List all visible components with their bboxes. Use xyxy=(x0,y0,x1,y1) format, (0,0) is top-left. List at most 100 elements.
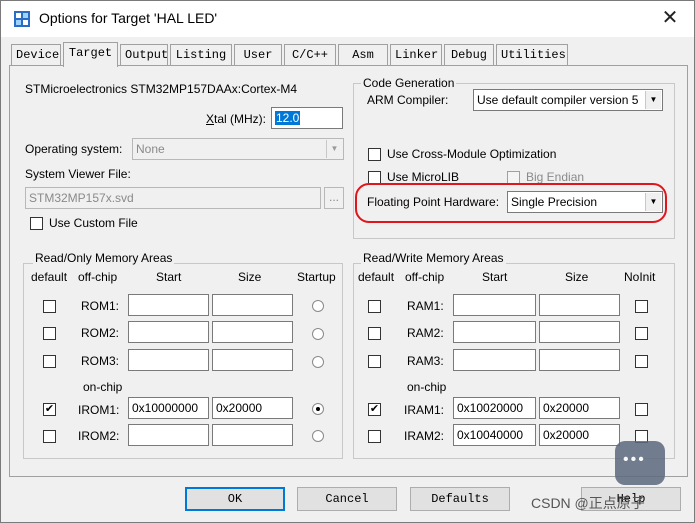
rom3-label: ROM3: xyxy=(81,354,120,368)
custom-file-checkbox[interactable] xyxy=(30,217,43,230)
iram2-start-input[interactable]: 0x10040000 xyxy=(453,424,536,446)
iram1-size-value: 0x20000 xyxy=(543,401,590,415)
iram1-noinit-checkbox[interactable] xyxy=(635,403,648,416)
tab-cpp[interactable]: C/C++ xyxy=(284,44,336,66)
iram2-size-input[interactable]: 0x20000 xyxy=(539,424,620,446)
ram1-noinit-checkbox[interactable] xyxy=(635,300,648,313)
ram2-size-input[interactable] xyxy=(539,321,620,343)
ram1-default-checkbox[interactable] xyxy=(368,300,381,313)
ram3-start-input[interactable] xyxy=(453,349,536,371)
tab-target[interactable]: Target xyxy=(63,42,118,67)
xtal-label: Xtal (MHz): xyxy=(206,112,266,126)
os-label: Operating system: xyxy=(25,142,123,156)
rom1-start-input[interactable] xyxy=(128,294,209,316)
highlight-annotation xyxy=(355,183,667,223)
svf-input[interactable]: STM32MP157x.svd xyxy=(25,187,321,209)
rw-header-default: default xyxy=(358,270,395,284)
rom2-startup-radio[interactable] xyxy=(312,328,324,340)
rom1-startup-radio[interactable] xyxy=(312,300,324,312)
cross-module-checkbox[interactable] xyxy=(368,148,381,161)
browse-icon: ... xyxy=(328,190,339,204)
rw-header-size: Size xyxy=(565,270,589,284)
close-button[interactable]: ✕ xyxy=(646,1,694,37)
iram1-size-input[interactable]: 0x20000 xyxy=(539,397,620,419)
svf-browse-button[interactable]: ... xyxy=(324,187,344,209)
ram2-noinit-checkbox[interactable] xyxy=(635,327,648,340)
irom1-start-input[interactable]: 0x10000000 xyxy=(128,397,209,419)
rw-header-offchip: off-chip xyxy=(405,270,445,284)
arm-compiler-select[interactable]: Use default compiler version 5 ▼ xyxy=(473,89,663,111)
rom1-label: ROM1: xyxy=(81,299,120,313)
iram1-start-input[interactable]: 0x10020000 xyxy=(453,397,536,419)
tab-device[interactable]: Device xyxy=(11,44,61,66)
rw-header-noinit: NoInit xyxy=(624,270,656,284)
watermark-text: CSDN @正点原子 xyxy=(531,495,645,511)
rom2-default-checkbox[interactable] xyxy=(43,327,56,340)
tab-output[interactable]: Output xyxy=(120,44,168,66)
os-select[interactable]: None ▼ xyxy=(132,138,344,160)
ok-button[interactable]: OK xyxy=(185,487,285,511)
tab-asm[interactable]: Asm xyxy=(338,44,388,66)
ram1-size-input[interactable] xyxy=(539,294,620,316)
rom1-default-checkbox[interactable] xyxy=(43,300,56,313)
cancel-button[interactable]: Cancel xyxy=(297,487,397,511)
rom3-startup-radio[interactable] xyxy=(312,356,324,368)
ro-header-size: Size xyxy=(238,270,262,284)
check-icon: ✔ xyxy=(44,403,55,415)
title-bar: Options for Target 'HAL LED' ✕ xyxy=(1,1,694,37)
rom2-size-input[interactable] xyxy=(212,321,293,343)
irom2-default-checkbox[interactable] xyxy=(43,430,56,443)
ro-onchip-label: on-chip xyxy=(83,380,123,394)
xtal-label-accel: X xyxy=(206,112,215,126)
ram1-label: RAM1: xyxy=(407,299,444,313)
irom1-size-input[interactable]: 0x20000 xyxy=(212,397,293,419)
svf-label: System Viewer File: xyxy=(25,167,131,181)
ram2-default-checkbox[interactable] xyxy=(368,327,381,340)
os-value: None xyxy=(136,142,165,156)
tab-cpp-label: C/C++ xyxy=(291,48,328,62)
tab-debug[interactable]: Debug xyxy=(444,44,494,66)
tab-asm-label: Asm xyxy=(352,48,374,62)
irom2-label: IROM2: xyxy=(78,429,120,443)
arm-compiler-label: ARM Compiler: xyxy=(367,93,449,107)
arm-compiler-value: Use default compiler version 5 xyxy=(477,93,639,107)
ram3-size-input[interactable] xyxy=(539,349,620,371)
tab-linker-label: Linker xyxy=(395,48,439,62)
tab-listing[interactable]: Listing xyxy=(170,44,232,66)
irom1-default-checkbox[interactable]: ✔ xyxy=(43,403,56,416)
rom3-default-checkbox[interactable] xyxy=(43,355,56,368)
tab-user[interactable]: User xyxy=(234,44,282,66)
tab-utilities-label: Utilities xyxy=(501,48,566,62)
irom2-start-input[interactable] xyxy=(128,424,209,446)
rw-onchip-label: on-chip xyxy=(407,380,447,394)
rom2-start-input[interactable] xyxy=(128,321,209,343)
iram1-default-checkbox[interactable]: ✔ xyxy=(368,403,381,416)
big-endian-label: Big Endian xyxy=(526,170,585,184)
irom2-startup-radio[interactable] xyxy=(312,430,324,442)
rom3-size-input[interactable] xyxy=(212,349,293,371)
rw-memory-label: Read/Write Memory Areas xyxy=(361,251,506,265)
irom1-startup-radio[interactable] xyxy=(312,403,324,415)
irom1-label: IROM1: xyxy=(78,403,120,417)
irom2-size-input[interactable] xyxy=(212,424,293,446)
xtal-value: 12.0 xyxy=(275,111,301,125)
iram2-label: IRAM2: xyxy=(404,429,445,443)
rom3-start-input[interactable] xyxy=(128,349,209,371)
ro-header-start: Start xyxy=(156,270,182,284)
rom1-size-input[interactable] xyxy=(212,294,293,316)
tab-linker[interactable]: Linker xyxy=(390,44,442,66)
chevron-down-icon: ▼ xyxy=(326,140,342,158)
tab-target-label: Target xyxy=(68,46,113,60)
ram3-default-checkbox[interactable] xyxy=(368,355,381,368)
ro-memory-label: Read/Only Memory Areas xyxy=(33,251,175,265)
xtal-input[interactable]: 12.0 xyxy=(271,107,343,129)
defaults-button[interactable]: Defaults xyxy=(410,487,510,511)
ram1-start-input[interactable] xyxy=(453,294,536,316)
iram2-default-checkbox[interactable] xyxy=(368,430,381,443)
window-title: Options for Target 'HAL LED' xyxy=(39,10,218,26)
ram2-start-input[interactable] xyxy=(453,321,536,343)
ram3-noinit-checkbox[interactable] xyxy=(635,355,648,368)
ram3-label: RAM3: xyxy=(407,354,444,368)
check-icon: ✔ xyxy=(369,403,380,415)
tab-utilities[interactable]: Utilities xyxy=(496,44,568,66)
